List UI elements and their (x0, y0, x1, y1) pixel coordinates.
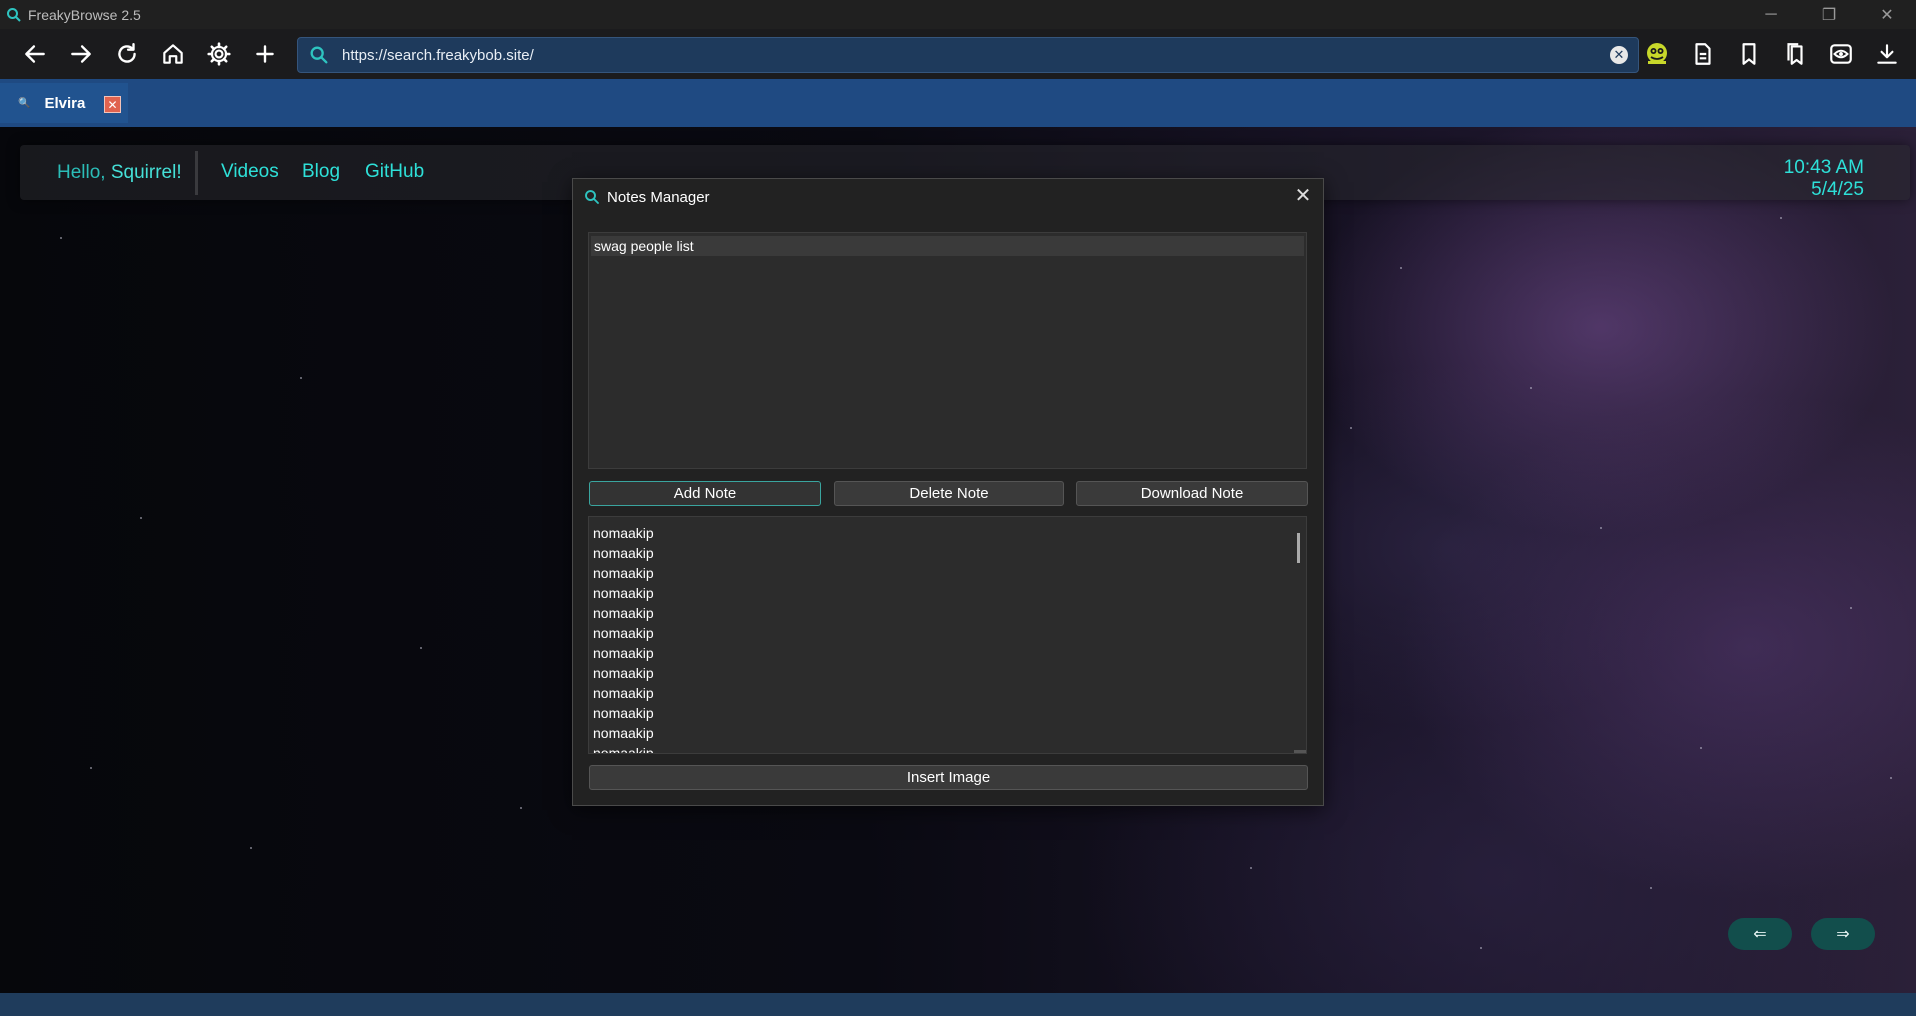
star (1480, 947, 1482, 949)
arrow-left-icon (25, 45, 45, 63)
toolbar: ✕ (0, 29, 1916, 79)
star (1890, 777, 1892, 779)
list-item[interactable]: nomaakip (589, 743, 1306, 753)
tab-title: Elvira (44, 94, 86, 112)
clear-url-button[interactable]: ✕ (1610, 46, 1628, 64)
list-item[interactable]: nomaakip (589, 663, 1306, 683)
status-bar (0, 993, 1916, 1016)
tab-close-button[interactable]: ✕ (104, 96, 121, 113)
plus-icon (256, 45, 274, 63)
notes-manager-dialog: Notes Manager ✕ swag people list Add Not… (572, 178, 1324, 806)
star (300, 377, 302, 379)
app-search-icon (0, 7, 28, 23)
star (1530, 387, 1532, 389)
home-icon (163, 44, 183, 64)
list-item[interactable]: nomaakip (589, 643, 1306, 663)
list-item[interactable]: nomaakip (589, 563, 1306, 583)
star (140, 517, 142, 519)
list-item[interactable]: nomaakip (589, 623, 1306, 643)
bookmarks-list-button[interactable] (1772, 31, 1818, 77)
clock-date: 5/4/25 (1811, 179, 1864, 200)
greeting-name: Squirrel! (110, 162, 182, 183)
clock-time: 10:43 AM (1783, 157, 1864, 178)
gear-icon (207, 42, 231, 66)
delete-note-button[interactable]: Delete Note (834, 481, 1064, 506)
bookmark-icon (1742, 43, 1756, 65)
list-item[interactable]: nomaakip (589, 523, 1306, 543)
star (1850, 607, 1852, 609)
nav-divider (195, 151, 198, 195)
list-item[interactable]: nomaakip (589, 723, 1306, 743)
url-input[interactable] (342, 46, 1610, 64)
list-item[interactable]: nomaakip (589, 603, 1306, 623)
address-bar[interactable]: ✕ (297, 37, 1639, 73)
nav-link-videos[interactable]: Videos (221, 161, 279, 183)
title-bar: FreakyBrowse 2.5 ─ ❐ ✕ (0, 0, 1916, 29)
document-icon (1695, 43, 1711, 65)
list-item[interactable]: nomaakip (589, 683, 1306, 703)
star (60, 237, 62, 239)
star (1600, 527, 1602, 529)
forward-button[interactable] (58, 31, 104, 77)
notes-list[interactable]: nomaakip nomaakip nomaakip nomaakip nomaakip… (588, 516, 1307, 754)
star (250, 847, 252, 849)
back-button[interactable] (12, 31, 58, 77)
minimize-button[interactable]: ─ (1742, 0, 1800, 29)
dialog-close-button[interactable]: ✕ (1293, 186, 1313, 206)
nav-link-blog[interactable]: Blog (302, 161, 340, 183)
restore-button[interactable]: ❐ (1800, 0, 1858, 29)
editor-line: swag people list (591, 236, 1304, 256)
previous-button[interactable]: ⇐ (1728, 918, 1792, 950)
search-icon (310, 46, 328, 64)
arrow-right-icon (71, 45, 91, 63)
tab-strip: 🔍 Elvira ✕ (0, 79, 1916, 127)
list-item[interactable]: nomaakip (589, 583, 1306, 603)
reload-icon (118, 43, 136, 63)
star (420, 647, 422, 649)
list-item[interactable]: nomaakip (589, 543, 1306, 563)
star (90, 767, 92, 769)
insert-image-button[interactable]: Insert Image (589, 765, 1308, 790)
notes-button[interactable] (1680, 31, 1726, 77)
greeting-prefix: Hello, (57, 162, 106, 183)
smiley-icon (1647, 43, 1667, 64)
dialog-title: Notes Manager (607, 188, 710, 206)
download-icon (1877, 44, 1897, 64)
scrollbar-thumb[interactable] (1297, 533, 1300, 563)
star (1250, 867, 1252, 869)
note-editor[interactable]: swag people list (588, 232, 1307, 469)
close-window-button[interactable]: ✕ (1858, 0, 1916, 29)
scrollbar-corner (1294, 750, 1306, 753)
search-icon (585, 190, 599, 204)
star (520, 807, 522, 809)
bookmarks-icon (1787, 43, 1803, 65)
star (1700, 747, 1702, 749)
add-note-button[interactable]: Add Note (589, 481, 821, 506)
profile-button[interactable] (1634, 31, 1680, 77)
bookmark-button[interactable] (1726, 31, 1772, 77)
home-button[interactable] (150, 31, 196, 77)
star (1350, 427, 1352, 429)
star (1780, 217, 1782, 219)
star (1650, 887, 1652, 889)
greeting: Hello, Squirrel! (57, 162, 182, 184)
new-tab-button[interactable] (242, 31, 288, 77)
window-title: FreakyBrowse 2.5 (28, 6, 141, 23)
reload-button[interactable] (104, 31, 150, 77)
list-item[interactable]: nomaakip (589, 703, 1306, 723)
nav-link-github[interactable]: GitHub (365, 161, 424, 183)
dialog-header: Notes Manager ✕ (573, 179, 1323, 215)
star (1400, 267, 1402, 269)
clock: 10:43 AM 5/4/25 (1784, 157, 1864, 201)
eye-icon (1830, 44, 1852, 64)
settings-button[interactable] (196, 31, 242, 77)
download-note-button[interactable]: Download Note (1076, 481, 1308, 506)
downloads-button[interactable] (1864, 31, 1910, 77)
tab-elvira[interactable]: 🔍 Elvira ✕ (0, 83, 128, 123)
next-button[interactable]: ⇒ (1811, 918, 1875, 950)
tab-favicon-icon: 🔍 (18, 97, 31, 109)
reader-view-button[interactable] (1818, 31, 1864, 77)
